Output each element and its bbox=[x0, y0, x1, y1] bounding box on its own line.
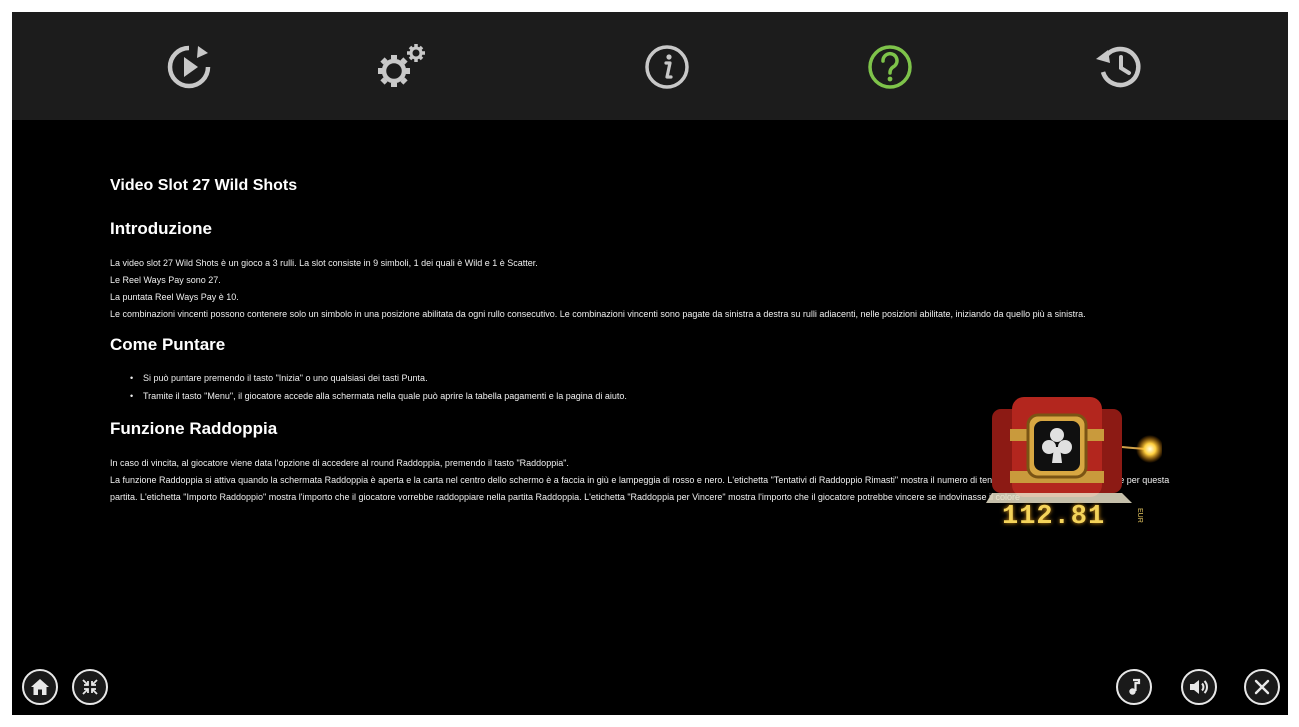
speaker-icon bbox=[1190, 680, 1208, 694]
top-navigation-bar bbox=[12, 12, 1288, 120]
intro-line: Le combinazioni vincenti possono contene… bbox=[110, 309, 1086, 319]
close-icon bbox=[1254, 679, 1270, 695]
section-heading-bet: Come Puntare bbox=[110, 335, 226, 354]
tab-replay[interactable] bbox=[154, 32, 224, 102]
sound-button[interactable] bbox=[1181, 669, 1217, 705]
tab-info[interactable] bbox=[632, 32, 702, 102]
minimize-icon bbox=[82, 679, 98, 695]
page-title: Video Slot 27 Wild Shots bbox=[110, 177, 298, 194]
intro-text: La video slot 27 Wild Shots è un gioco a… bbox=[110, 255, 1180, 323]
home-icon bbox=[31, 679, 49, 695]
gears-icon bbox=[378, 44, 425, 87]
intro-line: Le Reel Ways Pay sono 27. bbox=[110, 275, 221, 285]
tab-settings[interactable] bbox=[367, 32, 437, 102]
section-heading-intro: Introduzione bbox=[110, 219, 212, 238]
dynamite-icon bbox=[986, 397, 1164, 503]
music-button[interactable] bbox=[1116, 669, 1152, 705]
intro-line: La video slot 27 Wild Shots è un gioco a… bbox=[110, 258, 538, 268]
list-item: Tramite il tasto "Menu", il giocatore ac… bbox=[130, 387, 950, 405]
list-item: Si può puntare premendo il tasto "Inizia… bbox=[130, 369, 950, 387]
intro-line: La puntata Reel Ways Pay è 10. bbox=[110, 292, 239, 302]
bet-list: Si può puntare premendo il tasto "Inizia… bbox=[110, 369, 950, 405]
tab-help[interactable] bbox=[855, 32, 925, 102]
help-icon bbox=[868, 45, 912, 89]
minimize-button[interactable] bbox=[72, 669, 108, 705]
info-icon bbox=[645, 45, 689, 89]
close-button[interactable] bbox=[1244, 669, 1280, 705]
balance-currency: EUR bbox=[1136, 508, 1143, 523]
history-icon bbox=[1096, 46, 1141, 88]
replay-icon bbox=[167, 45, 211, 89]
home-button[interactable] bbox=[22, 669, 58, 705]
balance-amount: 112.81 bbox=[1002, 502, 1106, 532]
game-help-screen: Video Slot 27 Wild Shots Introduzione La… bbox=[12, 12, 1288, 715]
tab-history[interactable] bbox=[1084, 32, 1154, 102]
music-note-icon bbox=[1129, 678, 1141, 695]
